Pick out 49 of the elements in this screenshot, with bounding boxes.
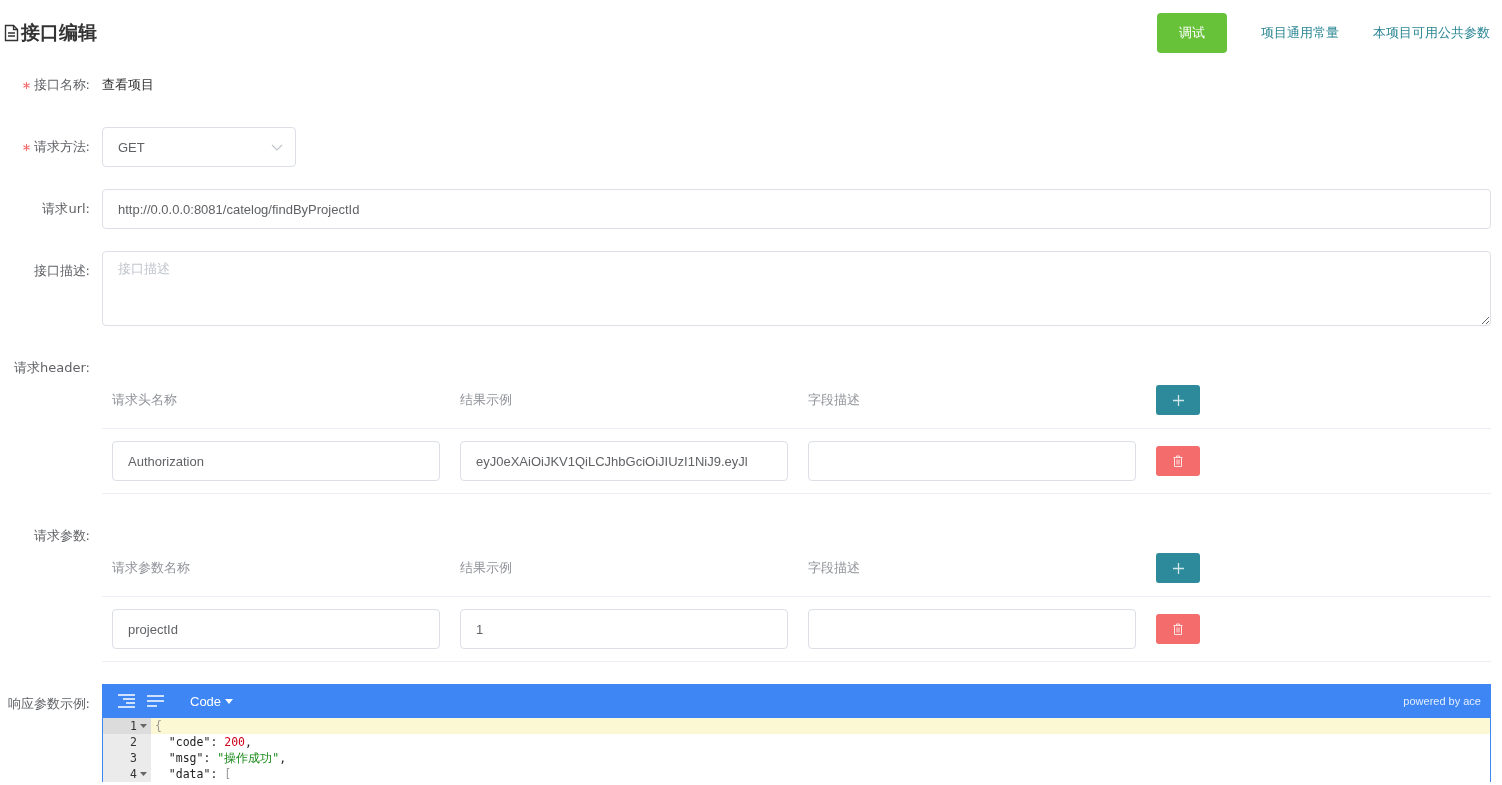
url-field[interactable]: http://0.0.0.0:8081/catelog/findByProjectId: [102, 189, 1491, 229]
document-icon: [4, 24, 19, 42]
method-select[interactable]: GET: [102, 127, 296, 167]
code-line: "data": [: [167, 766, 233, 782]
name-field[interactable]: Authorization: [112, 441, 440, 481]
mode-dropdown[interactable]: Code: [186, 693, 238, 709]
caret-icon: [225, 698, 234, 704]
name-value: 查看项目: [102, 76, 155, 94]
column-header: 结果示例: [460, 391, 513, 409]
plus-icon: [1172, 562, 1184, 574]
description-field[interactable]: [808, 441, 1136, 481]
line-number: 2: [130, 734, 137, 750]
field-label: 请求方法:: [33, 138, 90, 156]
header-link[interactable]: 本项目可用公共参数: [1373, 24, 1490, 42]
fold-arrow-icon[interactable]: [140, 772, 147, 776]
example-field[interactable]: eyJ0eXAiOiJKV1QiLCJhbGciOiJIUzI1NiJ9.eyJl: [460, 441, 788, 481]
fold-arrow-icon[interactable]: [140, 724, 147, 728]
field-label: 接口描述:: [33, 262, 90, 280]
add-row-button[interactable]: [1156, 385, 1200, 415]
field-label: 请求参数:: [33, 527, 90, 545]
credit-text: powered by ace: [1403, 695, 1481, 707]
format-icon[interactable]: [118, 694, 135, 708]
plus-icon: [1172, 394, 1184, 406]
column-header: 字段描述: [808, 559, 861, 577]
delete-row-button[interactable]: [1156, 614, 1200, 644]
chevron-icon: [271, 143, 283, 151]
text-lines-icon[interactable]: [147, 695, 164, 707]
column-header: 结果示例: [460, 559, 513, 577]
column-header: 请求参数名称: [112, 559, 191, 577]
field-label: 接口名称:: [33, 76, 90, 94]
trash-icon: [1173, 455, 1183, 467]
header-link[interactable]: 项目通用常量: [1261, 24, 1339, 42]
field-label: 请求header:: [14, 359, 90, 377]
line-number: 1: [130, 718, 137, 734]
delete-row-button[interactable]: [1156, 446, 1200, 476]
field-label: 请求url:: [42, 200, 90, 218]
example-field[interactable]: 1: [460, 609, 788, 649]
field-label: 响应参数示例:: [7, 695, 90, 713]
line-number: 3: [130, 750, 137, 766]
name-field[interactable]: projectId: [112, 609, 440, 649]
add-row-button[interactable]: [1156, 553, 1200, 583]
column-header: 字段描述: [808, 391, 861, 409]
trash-icon: [1173, 623, 1183, 635]
page-title: 接口编辑: [21, 20, 97, 45]
code-line: "code": 200,: [167, 734, 253, 750]
column-header: 请求头名称: [112, 391, 178, 409]
description-field[interactable]: [808, 609, 1136, 649]
code-line: "msg": "操作成功",: [167, 750, 288, 766]
line-number: 4: [130, 766, 137, 782]
